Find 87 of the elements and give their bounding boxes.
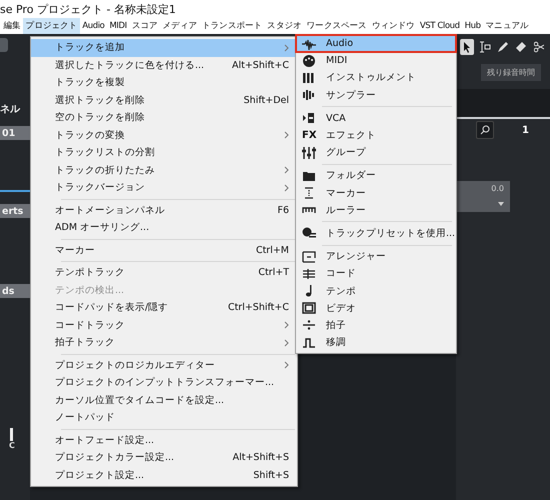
waveform-icon	[302, 38, 316, 50]
submenu-item[interactable]: MIDI	[296, 52, 456, 70]
value-field[interactable]: 0.0	[456, 181, 510, 196]
submenu-item[interactable]: テンポ	[296, 282, 456, 300]
submenu-item[interactable]: コード	[296, 265, 456, 282]
submenu-item[interactable]: VCA	[296, 110, 456, 127]
inserts-tab[interactable]: erts	[0, 204, 30, 218]
scissors-icon[interactable]	[532, 39, 546, 55]
midi-connector-icon	[302, 54, 316, 67]
pan-label: C	[9, 441, 16, 450]
ruler-marker: 1	[522, 124, 529, 136]
menu-bar-item[interactable]: マニュアル	[483, 18, 532, 34]
chord-icon	[302, 268, 316, 280]
pointer-tool-icon[interactable]	[460, 39, 474, 55]
submenu-item[interactable]: フォルダー	[296, 167, 456, 184]
film-strip-icon	[302, 302, 316, 314]
dropdown[interactable]	[456, 196, 510, 212]
pencil-icon[interactable]	[496, 39, 510, 55]
folder-icon	[302, 170, 316, 182]
vca-fader-icon	[302, 112, 316, 124]
menu-item[interactable]: ノートパッド	[31, 409, 297, 426]
submenu-item[interactable]: FX エフェクト	[296, 126, 456, 144]
sends-tab[interactable]: ds	[0, 284, 30, 298]
menu-item[interactable]: オートフェード設定...	[31, 432, 297, 449]
submenu-item[interactable]: Audio	[296, 35, 456, 52]
menu-bar-item[interactable]: Audio	[80, 18, 107, 34]
sampler-icon	[302, 89, 316, 102]
menu-item[interactable]: トラックを追加	[31, 39, 297, 56]
menu-item[interactable]: トラックの変換	[31, 126, 297, 144]
track-number: 01	[0, 126, 30, 140]
menu-item[interactable]: プロジェクトのロジカルエディター	[31, 356, 297, 374]
step-signal-icon	[302, 336, 316, 349]
menu-bar-item[interactable]: MIDI	[106, 18, 130, 34]
piano-keys-icon	[302, 72, 316, 84]
marker-icon	[302, 187, 316, 200]
menu-item[interactable]: オートメーションパネル F6	[31, 202, 297, 219]
submenu-item[interactable]: アレンジャー	[296, 248, 456, 266]
panel-title: ネル	[0, 103, 22, 116]
menu-item[interactable]: トラックの折りたたみ	[31, 162, 297, 179]
menu-bar-item[interactable]: ワークスペース	[304, 18, 370, 34]
menu-item[interactable]: コードパッドを表示/隠す Ctrl+Shift+C	[31, 299, 297, 316]
divide-icon	[302, 319, 316, 332]
menu-item[interactable]: トラックを複製	[31, 74, 297, 92]
menu-item[interactable]: マーカー Ctrl+M	[31, 242, 297, 259]
menu-item[interactable]: ADM オーサリング...	[31, 219, 297, 236]
arranger-icon	[302, 250, 316, 263]
pan-indicator	[10, 428, 13, 441]
submenu-item[interactable]: グループ	[296, 144, 456, 162]
submenu-item[interactable]: 移調	[296, 334, 456, 352]
menu-item[interactable]: 選択したトラックに色を付ける... Alt+Shift+C	[31, 56, 297, 74]
submenu-item[interactable]: トラックプリセットを使用...	[296, 224, 456, 242]
submenu-item[interactable]: 拍子	[296, 316, 456, 334]
menu-item[interactable]: 空のトラックを削除	[31, 109, 297, 126]
faders-icon	[302, 146, 316, 159]
menu-bar-item[interactable]: ウィンドウ	[369, 18, 418, 34]
menu-item[interactable]: プロジェクトのインプットトランスフォーマー...	[31, 374, 297, 392]
menu-item[interactable]: プロジェクト設定... Shift+S	[31, 466, 297, 484]
fx-icon: FX	[302, 130, 316, 142]
menu-bar-item[interactable]: 編集	[1, 18, 24, 34]
eraser-icon[interactable]	[514, 39, 528, 55]
menu-item[interactable]: コードトラック	[31, 316, 297, 334]
submenu-item[interactable]: インストゥルメント	[296, 69, 456, 87]
caret-icon	[498, 202, 504, 206]
menu-bar-item[interactable]: スコア	[129, 18, 160, 34]
menu-bar-item[interactable]: プロジェクト	[23, 18, 80, 34]
window-title: se Pro プロジェクト - 名称未設定1	[0, 2, 176, 16]
menu-item[interactable]: 拍子トラック	[31, 334, 297, 352]
submenu-item[interactable]: サンプラー	[296, 86, 456, 104]
menu-bar-item[interactable]: スタジオ	[264, 18, 304, 34]
search-icon	[480, 125, 490, 135]
menu-bar-item[interactable]: メディア	[160, 18, 200, 34]
menu-item[interactable]: プロジェクトカラー設定... Alt+Shift+S	[31, 449, 297, 466]
menu-item[interactable]: カーソル位置でタイムコードを設定...	[31, 392, 297, 409]
menu-bar-item[interactable]: トランスポート	[200, 18, 265, 34]
menu-item[interactable]: テンポトラック Ctrl+T	[31, 264, 297, 282]
menu-item[interactable]: トラックバージョン	[31, 179, 297, 196]
submenu-item[interactable]: マーカー	[296, 184, 456, 202]
submenu-item[interactable]: ルーラー	[296, 202, 456, 219]
range-tool-icon[interactable]	[478, 39, 492, 55]
menu-item[interactable]: トラックリストの分割	[31, 144, 297, 162]
menu-bar-item[interactable]: Hub	[462, 18, 484, 34]
menu-bar-item[interactable]: VST Cloud	[417, 18, 462, 34]
track-preset-icon	[302, 227, 316, 240]
menu-item[interactable]: 選択トラックを削除 Shift+Del	[31, 92, 297, 109]
search-button[interactable]	[476, 121, 494, 139]
submenu-item[interactable]: ビデオ	[296, 300, 456, 317]
record-time-label: 残り録音時間	[481, 64, 541, 81]
